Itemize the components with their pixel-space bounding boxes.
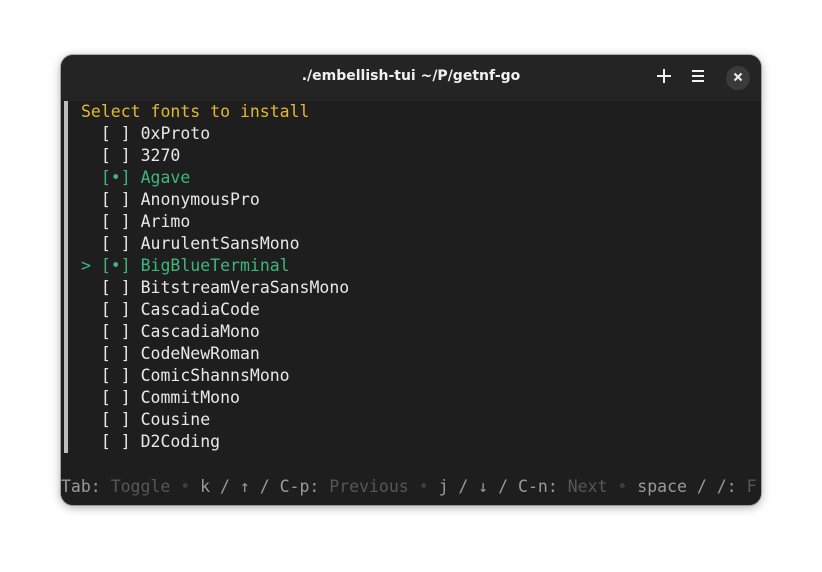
font-option[interactable]: >[ ] CascadiaCode xyxy=(81,299,260,321)
checkbox[interactable]: [ ] xyxy=(101,322,131,341)
font-option[interactable]: >[ ] BitstreamVeraSansMono xyxy=(81,277,349,299)
title-bar: ./embellish-tui ~/P/getnf-go xyxy=(61,55,761,101)
font-label: ComicShannsMono xyxy=(140,366,290,385)
help-bar: Tab: Toggle • k / ↑ / C-p: Previous • j … xyxy=(61,476,761,498)
font-option[interactable]: >[ ] CommitMono xyxy=(81,387,240,409)
help-description: Previous xyxy=(329,477,409,496)
help-separator: • xyxy=(617,477,628,496)
checkbox[interactable]: [ ] xyxy=(101,366,131,385)
plus-icon xyxy=(656,68,672,89)
new-tab-button[interactable] xyxy=(652,66,676,90)
checkbox[interactable]: [•] xyxy=(101,168,131,187)
font-label: 0xProto xyxy=(140,124,211,143)
font-label: CommitMono xyxy=(140,388,240,407)
font-option[interactable]: >[ ] Cousine xyxy=(81,409,210,431)
checkbox[interactable]: [ ] xyxy=(101,146,131,165)
help-key: Tab: xyxy=(61,477,101,496)
font-label: AnonymousPro xyxy=(140,190,260,209)
checkbox[interactable]: [ ] xyxy=(101,388,131,407)
font-option[interactable]: >[ ] ComicShannsMono xyxy=(81,365,290,387)
help-separator: • xyxy=(418,477,429,496)
help-separator: • xyxy=(180,477,191,496)
help-key: j / ↓ / C-n: xyxy=(438,477,558,496)
close-icon xyxy=(733,69,743,87)
font-label: 3270 xyxy=(140,146,181,165)
font-option[interactable]: >[ ] 3270 xyxy=(81,145,181,167)
font-option[interactable]: >[ ] CodeNewRoman xyxy=(81,343,260,365)
close-button[interactable] xyxy=(726,66,750,90)
cursor-indicator: > xyxy=(81,256,91,275)
font-option[interactable]: >[ ] AurulentSansMono xyxy=(81,233,300,255)
font-label: D2Coding xyxy=(140,432,221,451)
font-label: Cousine xyxy=(140,410,211,429)
font-option[interactable]: > [•] BigBlueTerminal xyxy=(81,255,290,277)
checkbox[interactable]: [ ] xyxy=(101,190,131,209)
font-label: BitstreamVeraSansMono xyxy=(140,278,350,297)
font-label: Agave xyxy=(140,168,191,187)
prompt-title: Select fonts to install xyxy=(81,102,310,121)
font-option[interactable]: >[ ] Arimo xyxy=(81,211,190,233)
menu-button[interactable] xyxy=(686,66,710,90)
checkbox[interactable]: [•] xyxy=(101,256,131,275)
checkbox[interactable]: [ ] xyxy=(101,278,131,297)
font-label: CascadiaMono xyxy=(140,322,260,341)
checkbox[interactable]: [ ] xyxy=(101,344,131,363)
checkbox[interactable]: [ ] xyxy=(101,234,131,253)
font-option[interactable]: >[ ] CascadiaMono xyxy=(81,321,260,343)
terminal-window: ./embellish-tui ~/P/getnf-go Select font… xyxy=(61,55,761,505)
checkbox[interactable]: [ ] xyxy=(101,124,131,143)
font-label: CodeNewRoman xyxy=(140,344,260,363)
form-border xyxy=(64,101,68,453)
checkbox[interactable]: [ ] xyxy=(101,432,131,451)
help-description: Next xyxy=(567,477,608,496)
font-option[interactable]: >[ ] 0xProto xyxy=(81,123,210,145)
font-label: AurulentSansMono xyxy=(140,234,300,253)
help-key: k / ↑ / C-p: xyxy=(200,477,320,496)
font-option[interactable]: >[ ] AnonymousPro xyxy=(81,189,260,211)
checkbox[interactable]: [ ] xyxy=(101,212,131,231)
font-label: Arimo xyxy=(140,212,191,231)
help-key: space / /: xyxy=(637,477,737,496)
help-description: Toggle xyxy=(110,477,171,496)
checkbox[interactable]: [ ] xyxy=(101,300,131,319)
font-label: CascadiaCode xyxy=(140,300,260,319)
font-option[interactable]: >[•] Agave xyxy=(81,167,190,189)
terminal-content[interactable]: Select fonts to install >[ ] 0xProto>[ ]… xyxy=(61,101,761,505)
checkbox[interactable]: [ ] xyxy=(101,410,131,429)
font-label: BigBlueTerminal xyxy=(140,256,290,275)
font-option[interactable]: >[ ] D2Coding xyxy=(81,431,220,453)
hamburger-menu-icon xyxy=(690,68,706,89)
help-description: F xyxy=(746,477,757,496)
